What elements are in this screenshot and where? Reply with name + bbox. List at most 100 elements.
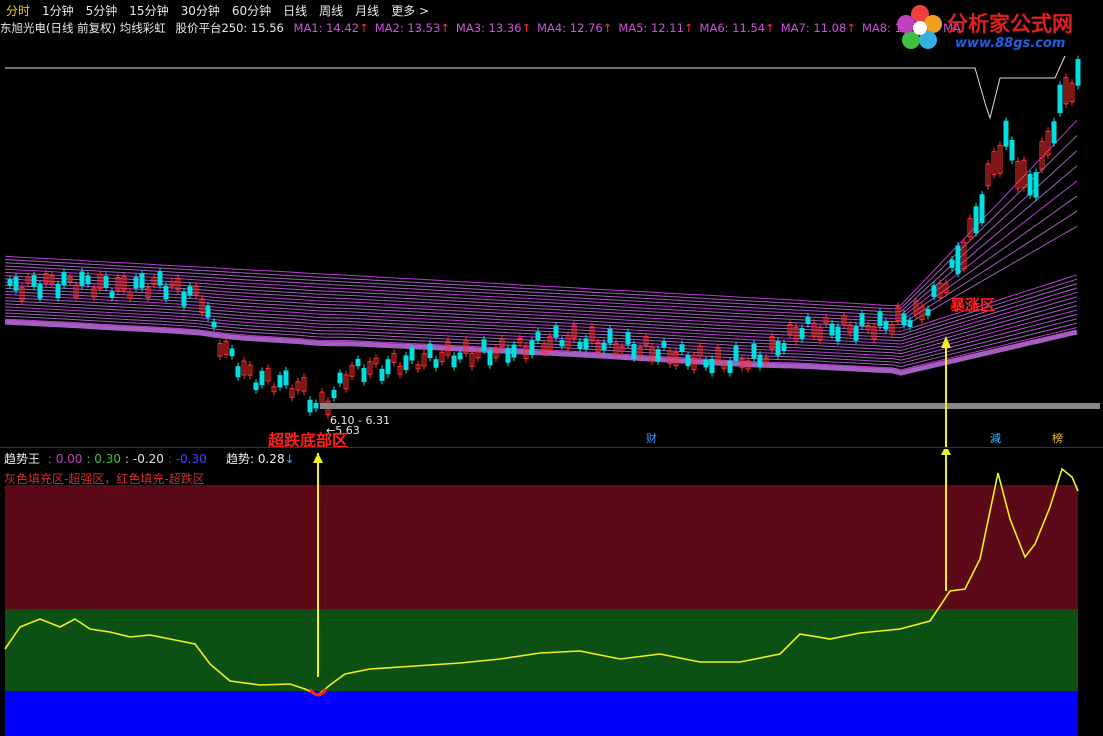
candle-body	[1003, 120, 1009, 147]
candle-body	[79, 271, 85, 287]
arrow-up-icon: ↑	[602, 21, 613, 35]
candle-body	[163, 285, 169, 300]
period-tab-7[interactable]: 周线	[313, 2, 349, 19]
trend-indicator-chart[interactable]	[0, 449, 1103, 736]
candle-body	[607, 328, 613, 344]
ma-label: MA1:	[293, 21, 323, 35]
event-marker-2: 榜	[1052, 431, 1063, 445]
candle-body	[853, 326, 859, 341]
panel-divider	[0, 447, 1103, 448]
candle-body	[157, 271, 163, 286]
candle-body	[835, 326, 841, 342]
overbought-zone	[5, 485, 1078, 609]
indicator-description: 灰色填充区-超强区，红色填充-超跌区	[4, 472, 205, 486]
candle-body	[229, 348, 235, 357]
ma-item-7: MA7: 11.08↑	[781, 21, 856, 35]
candle-body	[1057, 84, 1063, 114]
ma-value: 11.54	[728, 21, 766, 35]
platform-line	[5, 55, 1066, 120]
ma-label: MA7:	[780, 21, 810, 35]
candle-body	[355, 358, 361, 367]
candle-body	[709, 358, 715, 374]
ma-label: MA2:	[374, 21, 404, 35]
candle-body	[781, 342, 787, 352]
oversold-zone	[5, 691, 1078, 736]
ma-value: 12.76	[566, 21, 603, 35]
period-tab-3[interactable]: 15分钟	[123, 2, 174, 19]
candle-body	[211, 321, 217, 328]
bottom-zone-annotation: 超跌底部区	[267, 431, 348, 448]
period-tab-4[interactable]: 30分钟	[175, 2, 226, 19]
period-tab-9[interactable]: 更多 >	[385, 2, 435, 19]
candle-body	[631, 343, 637, 359]
candle-body	[337, 372, 343, 384]
ma-item-3: MA3: 13.36↑	[456, 21, 531, 35]
candle-body	[205, 305, 211, 318]
candle-body	[181, 291, 187, 307]
candle-body	[583, 338, 589, 350]
level-1: : 0.30	[86, 452, 121, 466]
surge-zone-annotation: 暴涨区	[950, 296, 995, 314]
candle-body	[313, 402, 319, 409]
arrow-up-surge-icon-head	[941, 449, 951, 455]
candle-body	[757, 354, 763, 368]
candle-body	[733, 345, 739, 361]
candle-body	[1009, 139, 1015, 161]
candle-body	[61, 272, 67, 286]
ma-value: 12.11	[647, 21, 684, 35]
period-tab-5[interactable]: 60分钟	[226, 2, 277, 19]
event-marker-1: 減	[990, 431, 1001, 445]
ma-value: 14.42	[322, 21, 360, 35]
candle-body	[103, 275, 109, 288]
candle-body	[553, 325, 559, 338]
period-tab-8[interactable]: 月线	[349, 2, 385, 19]
candle-body	[907, 320, 913, 328]
period-tab-2[interactable]: 5分钟	[80, 2, 124, 19]
support-band	[320, 403, 1100, 409]
candle-body	[427, 343, 433, 359]
candle-body	[133, 277, 139, 289]
event-marker-0: 财	[646, 431, 657, 445]
candlestick-chart[interactable]: 6.10 - 6.31←5.63超跌底部区暴涨区财減榜	[0, 38, 1103, 448]
candle-body	[859, 313, 865, 326]
candle-body	[949, 259, 955, 268]
candle-body	[85, 275, 91, 285]
trend-label: 趋势: 0.28	[226, 452, 285, 466]
candle-body	[277, 375, 283, 388]
candle-body	[703, 359, 709, 368]
period-tab-0[interactable]: 分时	[0, 2, 36, 19]
candle-body	[487, 350, 493, 366]
candle-body	[973, 206, 979, 234]
period-tab-6[interactable]: 日线	[277, 2, 313, 19]
ma-label: MA4:	[537, 21, 567, 35]
arrow-up-icon: ↑	[359, 21, 369, 35]
candle-body	[109, 291, 115, 298]
candle-body	[685, 355, 691, 367]
candle-body	[799, 328, 805, 340]
candle-body	[1033, 172, 1039, 198]
candle-body	[505, 348, 511, 363]
candle-body	[727, 360, 733, 374]
candle-body	[877, 311, 883, 327]
arrow-up-icon: ↑	[765, 21, 775, 35]
ma-item-1: MA1: 14.42↑	[294, 21, 369, 35]
candle-body	[751, 343, 757, 359]
candle-body	[529, 340, 535, 356]
candle-body	[661, 341, 667, 348]
candle-body	[433, 359, 439, 368]
ma-item-5: MA5: 12.11↑	[618, 21, 693, 35]
candle-body	[979, 194, 985, 223]
candle-body	[775, 341, 781, 356]
candle-body	[187, 286, 193, 296]
candle-body	[559, 339, 565, 347]
candle-body	[283, 370, 289, 386]
candle-body	[481, 339, 487, 351]
candle-body	[409, 347, 415, 361]
candle-body	[577, 341, 583, 349]
candle-body	[7, 279, 13, 286]
candle-body	[883, 321, 889, 330]
candle-body	[379, 368, 385, 381]
ma-label: MA6:	[699, 21, 729, 35]
period-tab-1[interactable]: 1分钟	[36, 2, 80, 19]
candle-body	[253, 382, 259, 391]
